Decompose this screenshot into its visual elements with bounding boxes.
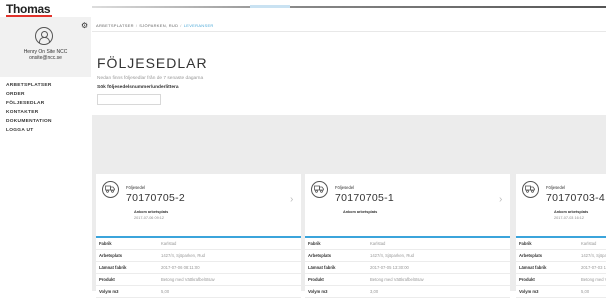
detail-value: 2017-07-03 15:00:00 [581,265,606,270]
delivery-note-label: Följesedel [335,185,355,190]
detail-value: 2017-07-06 08:11:00 [161,265,200,270]
arrived-label: Ankom arbetsplats [134,210,169,214]
detail-value: 5,00 [161,289,170,294]
delivery-card[interactable]: Följesedel 70170703-4 Ankom arbetsplats … [516,174,606,298]
delivery-card[interactable]: Följesedel 70170705-1 Ankom arbetsplats … [305,174,510,298]
breadcrumb-arbetsplatser[interactable]: ARBETSPLATSER [96,23,134,28]
detail-row-left-factory: Lämnat fabrik 2017-07-03 15:00:00 [516,262,606,274]
main-content: ARBETSPLATSER / SJÖPARKEN, RUD / LEVERANSER … [92,17,606,298]
detail-row-product: Produkt Betong med Vättkrafbelötsav [305,274,510,286]
sidebar-item-foljesedlar[interactable]: FÖLJESEDLAR [6,99,52,108]
detail-row-factory: Fabrik Karlstad [96,238,301,250]
delivery-note-number: 70170703-4 [546,192,606,204]
chevron-right-icon[interactable]: › [499,194,502,205]
detail-key: Produkt [99,277,115,282]
truck-icon [102,181,119,198]
delivery-card[interactable]: Följesedel 70170705-2 Ankom arbetsplats … [96,174,301,298]
truck-icon [522,181,539,198]
breadcrumb-site[interactable]: SJÖPARKEN, RUD [139,23,178,28]
detail-key: Lämnat fabrik [99,265,127,270]
sidebar-item-dokumentation[interactable]: DOKUMENTATION [6,117,52,126]
top-stripe [92,6,606,8]
sidebar-item-logga-ut[interactable]: LOGGA UT [6,126,52,135]
detail-value: 1427/4, Sjöparken, Rud [370,253,414,258]
detail-key: Arbetsplats [99,253,123,258]
sidebar-item-arbetsplatser[interactable]: ARBETSPLATSER [6,81,52,90]
detail-row-site: Arbetsplats 1427/4, Sjöparken, Rud [96,250,301,262]
detail-key: Lämnat fabrik [519,265,547,270]
detail-value: 2017-07-05 13:30:00 [370,265,409,270]
detail-value: Karlstad [581,241,597,246]
detail-row-factory: Fabrik Karlstad [305,238,510,250]
detail-row-product: Produkt Betong med Vättkrafbelötsav [96,274,301,286]
detail-key: Volym m3 [99,289,119,294]
delivery-card-header[interactable]: Följesedel 70170705-1 Ankom arbetsplats … [305,174,510,238]
detail-row-volume: Volym m3 5,00 [96,286,301,298]
user-profile: ⚙ Henry On Site NCC onsite@ncc.se [0,17,91,77]
detail-key: Produkt [519,277,535,282]
user-email: onsite@ncc.se [29,55,62,61]
sidebar-nav: ARBETSPLATSER ORDER FÖLJESEDLAR KONTAKTE… [6,81,52,135]
arrived-value: 2017-07-03 16:12 [554,216,584,220]
delivery-note-label: Följesedel [126,185,146,190]
delivery-note-number: 70170705-2 [126,192,186,204]
detail-key: Lämnat fabrik [308,265,336,270]
detail-key: Volym m3 [519,289,539,294]
detail-row-factory: Fabrik Karlstad [516,238,606,250]
sidebar-item-order[interactable]: ORDER [6,90,52,99]
app-logo[interactable]: Thomas [6,2,51,16]
detail-row-site: Arbetsplats 1427/4, Sjöparken, Rud [305,250,510,262]
detail-row-product: Produkt Betong med Vättkrafbelötsav [516,274,606,286]
top-stripe-highlight [250,5,290,8]
detail-value: 5,00 [581,289,590,294]
detail-value: 3,00 [370,289,379,294]
breadcrumb-leveranser[interactable]: LEVERANSER [184,23,214,28]
detail-key: Arbetsplats [519,253,543,258]
delivery-card-header[interactable]: Följesedel 70170703-4 Ankom arbetsplats … [516,174,606,238]
delivery-note-number: 70170705-1 [335,192,395,204]
truck-icon [311,181,328,198]
detail-row-left-factory: Lämnat fabrik 2017-07-06 08:11:00 [96,262,301,274]
detail-key: Fabrik [519,241,532,246]
detail-key: Produkt [308,277,324,282]
detail-value: Betong med Vättkrafbelötsav [581,277,606,282]
breadcrumb-divider [92,31,606,32]
detail-row-volume: Volym m3 3,00 [305,286,510,298]
gear-icon[interactable]: ⚙ [81,22,88,30]
detail-key: Fabrik [99,241,112,246]
detail-value: Betong med Vättkrafbelötsav [161,277,215,282]
detail-value: Karlstad [161,241,177,246]
detail-row-volume: Volym m3 5,00 [516,286,606,298]
top-bar: Thomas [0,0,606,17]
delivery-card-header[interactable]: Följesedel 70170705-2 Ankom arbetsplats … [96,174,301,238]
chevron-right-icon[interactable]: › [290,194,293,205]
detail-value: Betong med Vättkrafbelötsav [370,277,424,282]
delivery-note-label: Följesedel [546,185,566,190]
arrived-label: Ankom arbetsplats [343,210,378,214]
page-title: FÖLJESEDLAR [97,55,208,71]
detail-value: 1427/4, Sjöparken, Rud [161,253,205,258]
search-input[interactable] [97,94,161,105]
sidebar-item-kontakter[interactable]: KONTAKTER [6,108,52,117]
detail-key: Fabrik [308,241,321,246]
arrived-value: 2017-07-06 09:12 [134,216,164,220]
search-label: Sök följesedelsnummer/underlittera [97,85,179,90]
detail-value: Karlstad [370,241,386,246]
detail-key: Arbetsplats [308,253,332,258]
detail-key: Volym m3 [308,289,328,294]
header-panel: ARBETSPLATSER / SJÖPARKEN, RUD / LEVERANSER … [92,17,606,115]
avatar-icon [35,27,53,45]
detail-row-site: Arbetsplats 1427/4, Sjöparken, Rud [516,250,606,262]
detail-value: 1427/4, Sjöparken, Rud [581,253,606,258]
page-subtitle: Nedan finns följesedlar från de 7 senast… [97,76,204,81]
arrived-label: Ankom arbetsplats [554,210,589,214]
sidebar: ⚙ Henry On Site NCC onsite@ncc.se ARBETS… [0,17,93,291]
detail-row-left-factory: Lämnat fabrik 2017-07-05 13:30:00 [305,262,510,274]
breadcrumb: ARBETSPLATSER / SJÖPARKEN, RUD / LEVERANSER [96,23,214,28]
